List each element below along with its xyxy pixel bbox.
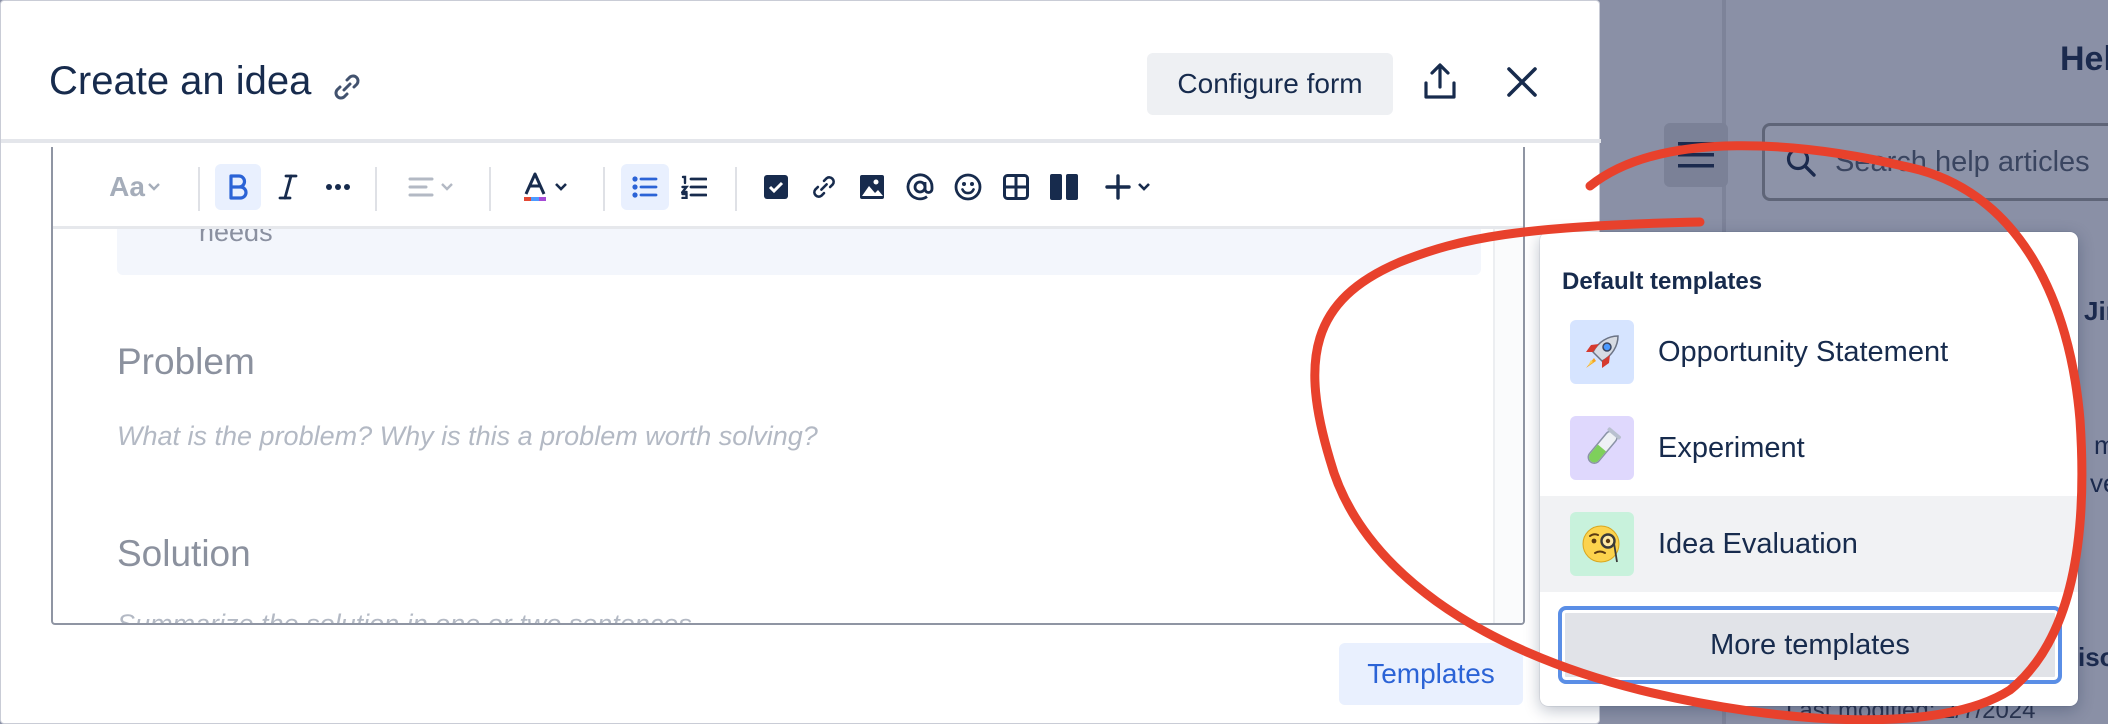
help-article-fragment: Jir — [2084, 296, 2108, 326]
toolbar-separator — [489, 167, 491, 211]
mention-button[interactable] — [897, 164, 943, 210]
numbered-list-button[interactable] — [671, 164, 717, 210]
share-button[interactable] — [1419, 59, 1461, 105]
text-color-icon — [524, 172, 546, 201]
help-search-input[interactable]: Search help articles — [1762, 123, 2108, 201]
insert-table-button[interactable] — [993, 164, 1039, 210]
toolbar-separator — [198, 167, 200, 211]
smiley-icon — [954, 173, 982, 201]
plus-icon — [1105, 174, 1131, 200]
editor-content[interactable]: needs Problem What is the problem? Why i… — [53, 229, 1523, 623]
italic-icon — [278, 174, 298, 200]
chevron-down-icon — [441, 183, 453, 191]
bold-icon — [229, 174, 248, 200]
description-editor[interactable]: Aa needs Problem What is the problem? Wh… — [51, 147, 1525, 625]
text-style-dropdown[interactable]: Aa — [103, 164, 167, 210]
problem-heading: Problem — [117, 341, 255, 382]
editor-scrollbar[interactable] — [1493, 229, 1523, 623]
insert-more-dropdown[interactable] — [1093, 164, 1163, 210]
hamburger-icon — [1678, 142, 1714, 168]
copy-link-icon[interactable] — [331, 71, 363, 103]
test-tube-icon — [1570, 416, 1634, 480]
create-idea-modal: Create an idea Configure form Aa needs P… — [0, 0, 1601, 724]
template-item-experiment[interactable]: Experiment — [1540, 400, 2078, 496]
image-icon — [860, 175, 884, 199]
solution-heading: Solution — [117, 533, 251, 574]
text-style-label: Aa — [109, 171, 145, 202]
table-icon — [1003, 174, 1029, 200]
modal-title: Create an idea — [49, 59, 312, 103]
monocle-face-icon — [1570, 512, 1634, 576]
upload-icon — [1424, 63, 1456, 99]
bullet-list-icon — [632, 176, 658, 198]
help-article-fragment: iso — [2078, 642, 2108, 672]
at-sign-icon — [906, 173, 934, 201]
configure-form-button[interactable]: Configure form — [1147, 53, 1393, 115]
help-search-placeholder: Search help articles — [1835, 145, 2090, 178]
insert-image-button[interactable] — [849, 164, 895, 210]
toolbar-separator — [375, 167, 377, 211]
chevron-down-icon — [1138, 183, 1150, 191]
template-item-label: Experiment — [1658, 431, 1805, 464]
toolbar-separator — [735, 167, 737, 211]
emoji-button[interactable] — [945, 164, 991, 210]
link-icon — [813, 176, 835, 198]
dropdown-heading: Default templates — [1562, 268, 1763, 295]
templates-dropdown: Default templates Opportunity Statement — [1540, 232, 2078, 706]
help-menu-button[interactable] — [1664, 123, 1728, 187]
layout-button[interactable] — [1041, 164, 1087, 210]
alignment-dropdown[interactable] — [399, 164, 463, 210]
editor-toolbar: Aa — [53, 147, 1523, 229]
text-color-dropdown[interactable] — [513, 164, 577, 210]
templates-button[interactable]: Templates — [1339, 643, 1523, 705]
more-formatting-button[interactable] — [315, 164, 361, 210]
insert-link-button[interactable] — [801, 164, 847, 210]
more-icon — [326, 184, 350, 190]
more-templates-button[interactable]: More templates — [1558, 606, 2062, 684]
action-item-button[interactable] — [753, 164, 799, 210]
close-icon — [1507, 67, 1537, 97]
rocket-icon — [1570, 320, 1634, 384]
panel-block: needs — [117, 229, 1481, 275]
chevron-down-icon — [148, 183, 160, 191]
modal-header: Create an idea Configure form — [1, 1, 1601, 143]
help-article-fragment: ve — [2090, 468, 2108, 498]
template-item-label: Opportunity Statement — [1658, 335, 1949, 368]
help-panel-title: Hel — [2060, 40, 2108, 78]
problem-placeholder: What is the problem? Why is this a probl… — [117, 421, 818, 451]
bold-button[interactable] — [215, 164, 261, 210]
checkbox-icon — [764, 175, 788, 199]
template-item-opportunity-statement[interactable]: Opportunity Statement — [1540, 304, 2078, 400]
search-icon — [1786, 147, 1816, 177]
numbered-list-icon — [681, 175, 707, 199]
template-item-label: Idea Evaluation — [1658, 527, 1858, 560]
template-item-idea-evaluation[interactable]: Idea Evaluation — [1540, 496, 2078, 592]
chevron-down-icon — [555, 183, 567, 191]
bullet-list-button[interactable] — [621, 164, 669, 210]
close-button[interactable] — [1501, 61, 1543, 103]
panel-text: needs — [199, 229, 273, 247]
toolbar-separator — [603, 167, 605, 211]
help-article-fragment: m — [2094, 430, 2108, 460]
align-left-icon — [408, 177, 434, 197]
columns-icon — [1050, 174, 1078, 200]
italic-button[interactable] — [265, 164, 311, 210]
solution-placeholder: Summarize the solution in one or two sen… — [117, 609, 692, 625]
